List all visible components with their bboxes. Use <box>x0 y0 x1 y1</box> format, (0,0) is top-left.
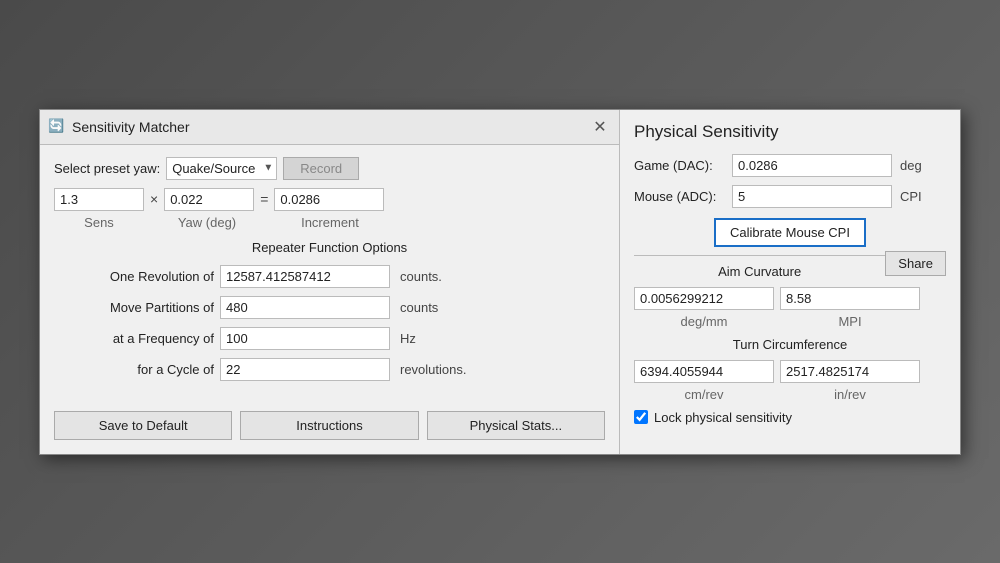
preset-select[interactable]: Quake/Source Overwatch CS:GO Valorant <box>166 157 277 180</box>
revolution-row: One Revolution of counts. <box>54 265 605 288</box>
game-dac-unit: deg <box>900 158 922 173</box>
calc-row: × = <box>54 188 605 211</box>
close-button[interactable]: ✕ <box>589 116 611 138</box>
cycle-input[interactable] <box>220 358 390 381</box>
yaw-label: Yaw (deg) <box>162 215 252 230</box>
mouse-adc-input[interactable] <box>732 185 892 208</box>
partitions-label: Move Partitions of <box>54 300 214 315</box>
frequency-input[interactable] <box>220 327 390 350</box>
lock-label: Lock physical sensitivity <box>654 410 792 425</box>
circumference-unit-2: in/rev <box>780 387 920 402</box>
sens-label: Sens <box>54 215 144 230</box>
multiply-operator: × <box>150 191 158 207</box>
revolution-input[interactable] <box>220 265 390 288</box>
circumference-labels: cm/rev in/rev <box>634 387 946 402</box>
main-window: 🔄 Sensitivity Matcher ✕ Select preset ya… <box>39 109 961 455</box>
game-dac-label: Game (DAC): <box>634 158 724 173</box>
preset-row: Select preset yaw: Quake/Source Overwatc… <box>54 157 605 180</box>
game-dac-row: Game (DAC): deg <box>634 154 946 177</box>
left-panel: 🔄 Sensitivity Matcher ✕ Select preset ya… <box>40 110 620 454</box>
partitions-row: Move Partitions of counts <box>54 296 605 319</box>
save-default-button[interactable]: Save to Default <box>54 411 232 440</box>
curvature-input-1[interactable] <box>634 287 774 310</box>
frequency-unit: Hz <box>400 331 416 346</box>
partitions-input[interactable] <box>220 296 390 319</box>
curvature-inputs <box>634 287 946 310</box>
partitions-unit: counts <box>400 300 438 315</box>
mouse-adc-unit: CPI <box>900 189 922 204</box>
cycle-label: for a Cycle of <box>54 362 214 377</box>
yaw-input[interactable] <box>164 188 254 211</box>
frequency-label: at a Frequency of <box>54 331 214 346</box>
circumference-input-2[interactable] <box>780 360 920 383</box>
equals-operator: = <box>260 191 268 207</box>
turn-circumference-title: Turn Circumference <box>634 337 946 352</box>
lock-row: Lock physical sensitivity <box>634 410 946 425</box>
close-icon: ✕ <box>593 117 606 137</box>
preset-label: Select preset yaw: <box>54 161 160 176</box>
sens-input[interactable] <box>54 188 144 211</box>
preset-select-wrapper: Quake/Source Overwatch CS:GO Valorant ▼ <box>166 157 277 180</box>
revolution-label: One Revolution of <box>54 269 214 284</box>
mouse-adc-row: Mouse (ADC): CPI <box>634 185 946 208</box>
curvature-unit-2: MPI <box>780 314 920 329</box>
window-title: Sensitivity Matcher <box>72 119 189 135</box>
refresh-icon: 🔄 <box>48 118 66 136</box>
separator-1 <box>634 255 885 256</box>
curvature-labels: deg/mm MPI <box>634 314 946 329</box>
game-dac-input[interactable] <box>732 154 892 177</box>
title-bar-left: 🔄 Sensitivity Matcher <box>48 118 189 136</box>
circumference-input-1[interactable] <box>634 360 774 383</box>
panel-content: Select preset yaw: Quake/Source Overwatc… <box>40 145 619 401</box>
cycle-row: for a Cycle of revolutions. <box>54 358 605 381</box>
right-panel: Physical Sensitivity Game (DAC): deg Mou… <box>620 110 960 454</box>
share-button[interactable]: Share <box>885 251 946 276</box>
instructions-button[interactable]: Instructions <box>240 411 418 440</box>
revolution-unit: counts. <box>400 269 442 284</box>
physical-stats-button[interactable]: Physical Stats... <box>427 411 605 440</box>
bottom-buttons: Save to Default Instructions Physical St… <box>40 401 619 454</box>
curvature-unit-1: deg/mm <box>634 314 774 329</box>
frequency-row: at a Frequency of Hz <box>54 327 605 350</box>
curvature-input-2[interactable] <box>780 287 920 310</box>
increment-input[interactable] <box>274 188 384 211</box>
mouse-adc-label: Mouse (ADC): <box>634 189 724 204</box>
circumference-inputs <box>634 360 946 383</box>
circumference-unit-1: cm/rev <box>634 387 774 402</box>
lock-checkbox[interactable] <box>634 410 648 424</box>
title-bar: 🔄 Sensitivity Matcher ✕ <box>40 110 619 145</box>
calc-labels: Sens Yaw (deg) Increment <box>54 215 605 230</box>
physical-sensitivity-title: Physical Sensitivity <box>634 122 946 142</box>
record-button[interactable]: Record <box>283 157 359 180</box>
repeater-title: Repeater Function Options <box>54 240 605 255</box>
cycle-unit: revolutions. <box>400 362 466 377</box>
desktop: 🔄 Sensitivity Matcher ✕ Select preset ya… <box>0 0 1000 563</box>
increment-label: Increment <box>275 215 385 230</box>
calibrate-button[interactable]: Calibrate Mouse CPI <box>714 218 866 247</box>
